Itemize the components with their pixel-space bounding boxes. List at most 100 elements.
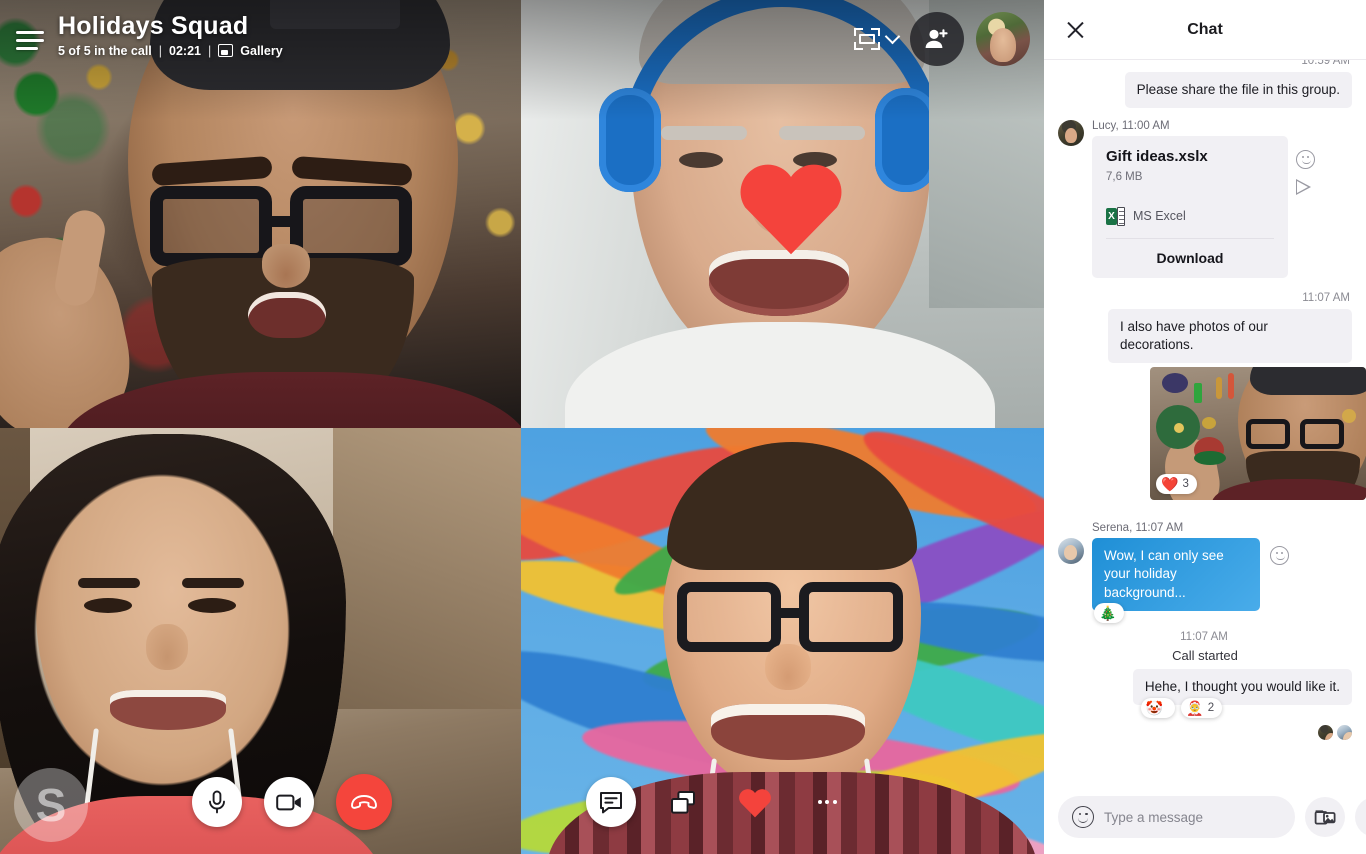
system-message: Call started xyxy=(1172,648,1238,664)
message-actions xyxy=(1296,136,1315,196)
microphone-icon xyxy=(209,790,225,814)
skype-call-window: Holidays Squad 5 of 5 in the call | 02:2… xyxy=(0,0,1366,854)
participant-shirt xyxy=(565,322,995,428)
call-controls-bar xyxy=(0,774,1044,830)
participant-eye-right xyxy=(188,598,236,613)
system-timestamp: 11:07 AM xyxy=(1180,631,1228,644)
layout-selector-button[interactable] xyxy=(854,28,901,50)
seen-avatar[interactable] xyxy=(1318,725,1333,741)
chat-panel: Chat 10:59 AM Please share the file in t… xyxy=(1044,0,1366,854)
chat-toggle-button[interactable] xyxy=(586,777,636,827)
emoji-picker-icon[interactable] xyxy=(1072,806,1094,828)
download-button[interactable]: Download xyxy=(1106,237,1274,278)
forward-icon[interactable] xyxy=(1296,179,1311,196)
reaction-count: 2 xyxy=(1207,702,1215,715)
message-reaction[interactable]: 🤶 2 xyxy=(1181,698,1223,719)
call-status: 5 of 5 in the call | 02:21 | Gallery xyxy=(58,44,283,58)
participant-eye-left xyxy=(679,152,723,168)
seen-avatar[interactable] xyxy=(1337,725,1352,741)
add-media-icon xyxy=(1314,810,1336,825)
close-icon[interactable] xyxy=(1062,17,1088,43)
avatar[interactable] xyxy=(1058,537,1084,564)
reaction-emoji: 🤡 xyxy=(1145,700,1164,717)
participant-tile-1[interactable] xyxy=(0,0,521,428)
avatar[interactable] xyxy=(1058,120,1084,147)
file-type-row: X MS Excel xyxy=(1106,206,1274,238)
message-row: Lucy, 11:00 AM Gift ideas.xslx 7,6 MB X … xyxy=(1058,120,1352,278)
participant-mouth xyxy=(709,250,849,316)
message-timestamp: 11:07 AM xyxy=(1302,291,1350,304)
message-composer xyxy=(1044,780,1366,854)
more-horizontal-icon xyxy=(817,800,837,804)
excel-file-icon: X xyxy=(1106,206,1125,226)
message-text: I also have photos of our decorations. xyxy=(1108,308,1352,363)
message-row: Serena, 11:07 AM Wow, I can only see you… xyxy=(1058,521,1352,624)
add-person-button[interactable] xyxy=(910,12,964,66)
page-title: Holidays Squad xyxy=(58,12,249,40)
file-type-label: MS Excel xyxy=(1133,209,1186,224)
share-screen-button[interactable] xyxy=(658,777,708,827)
add-media-button[interactable] xyxy=(1305,797,1345,837)
message-row: I also have photos of our decorations. xyxy=(1058,308,1352,363)
heart-icon xyxy=(739,788,771,817)
share-screen-icon xyxy=(671,790,695,814)
participant-mouth xyxy=(248,292,326,338)
headphones-cup-left xyxy=(599,88,661,192)
participant-nose xyxy=(262,244,310,288)
message-reaction[interactable]: 🎄 xyxy=(1094,603,1125,624)
gallery-label[interactable]: Gallery xyxy=(240,44,282,58)
status-separator: | xyxy=(158,43,163,58)
message-timestamp: 10:59 AM xyxy=(1301,60,1350,67)
self-view-avatar[interactable] xyxy=(976,12,1030,66)
file-size: 7,6 MB xyxy=(1106,170,1143,183)
chevron-down-icon xyxy=(884,28,901,45)
photo-attachment[interactable]: ❤️ 3 xyxy=(1150,366,1366,500)
reaction-emoji: 🎄 xyxy=(1099,605,1117,622)
more-options-button[interactable] xyxy=(1355,797,1366,837)
video-camera-icon xyxy=(275,794,301,810)
fit-to-frame-icon xyxy=(854,28,880,50)
chat-title: Chat xyxy=(1187,20,1223,38)
participant-glasses-bridge xyxy=(781,608,799,618)
more-call-options-button[interactable] xyxy=(802,777,852,827)
stage-top-right-controls xyxy=(854,12,1030,66)
message-text: Wow, I can only see your holiday backgro… xyxy=(1092,537,1260,612)
participant-glasses-right xyxy=(799,582,903,652)
message-input[interactable] xyxy=(1104,809,1281,825)
heart-reaction-overlay xyxy=(737,158,845,256)
skype-watermark: S xyxy=(14,768,88,842)
message-row: Hehe, I thought you would like it. 🤡 🤶 2 xyxy=(1058,669,1352,719)
end-call-button[interactable] xyxy=(336,774,392,830)
status-separator-2: | xyxy=(208,43,212,58)
video-stage: Holidays Squad 5 of 5 in the call | 02:2… xyxy=(0,0,1044,854)
chat-message-list[interactable]: 10:59 AM Please share the file in this g… xyxy=(1044,60,1366,780)
participant-brow-left xyxy=(78,578,140,588)
hamburger-menu-icon[interactable] xyxy=(16,26,44,54)
reaction-emoji: ❤️ xyxy=(1161,475,1179,492)
call-duration: 02:21 xyxy=(169,43,202,58)
file-attachment-card[interactable]: Gift ideas.xslx 7,6 MB X MS Excel Downlo… xyxy=(1092,136,1288,278)
message-reaction[interactable]: ❤️ 3 xyxy=(1156,473,1197,494)
participant-brow-right xyxy=(182,578,244,588)
message-reaction[interactable]: 🤡 xyxy=(1140,698,1176,719)
file-name: Gift ideas.xslx xyxy=(1106,148,1208,166)
participant-mouth xyxy=(711,704,865,760)
gallery-layout-icon xyxy=(218,44,234,58)
participant-mouth xyxy=(110,690,226,730)
camera-button[interactable] xyxy=(264,777,314,827)
emoji-react-icon[interactable] xyxy=(1270,545,1289,565)
participant-eye-left xyxy=(84,598,132,613)
send-reaction-button[interactable] xyxy=(730,777,780,827)
microphone-button[interactable] xyxy=(192,777,242,827)
add-person-icon xyxy=(925,29,948,48)
reaction-emoji: 🤶 xyxy=(1186,700,1204,717)
message-sender: Lucy, 11:00 AM xyxy=(1092,120,1170,133)
message-text: Please share the file in this group. xyxy=(1124,72,1352,109)
read-receipts xyxy=(1058,725,1352,741)
headphones-cup-right xyxy=(875,88,937,192)
emoji-react-icon[interactable] xyxy=(1296,150,1315,170)
message-input-wrap[interactable] xyxy=(1058,796,1295,838)
message-row: ❤️ 3 xyxy=(1058,366,1366,500)
message-sender: Serena, 11:07 AM xyxy=(1092,521,1184,534)
participant-glasses-bridge xyxy=(272,216,292,227)
